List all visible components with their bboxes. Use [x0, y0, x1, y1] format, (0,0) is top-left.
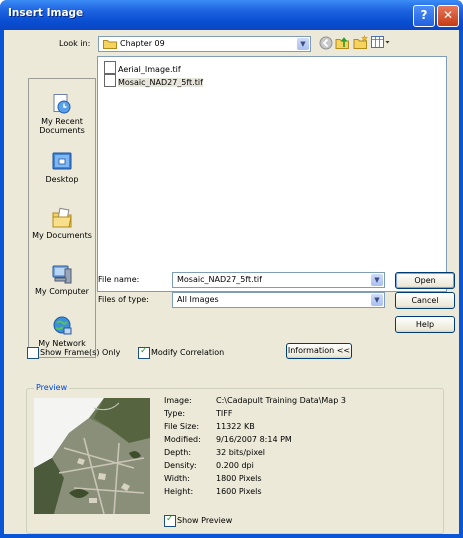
preview-image	[34, 398, 150, 514]
image-file-icon	[104, 61, 116, 74]
file-type-label: Files of type:	[98, 295, 149, 304]
place-label: My Documents	[32, 231, 92, 240]
info-key: File Size:	[164, 422, 200, 431]
info-value: 1600 Pixels	[216, 487, 262, 496]
modify-correlation-checkbox[interactable]	[138, 346, 150, 359]
info-value: C:\Cadapult Training Data\Map 3	[216, 396, 346, 405]
folder-icon	[103, 40, 117, 49]
cancel-button[interactable]: Cancel	[395, 292, 455, 309]
file-list[interactable]: Aerial_Image.tif Mosaic_NAD27_5ft.tif	[97, 56, 447, 292]
new-folder-icon[interactable]	[353, 35, 368, 50]
help-button[interactable]: Help	[395, 316, 455, 333]
dialog-client-area: Look in: Chapter 09 ▼ My Recent Document…	[4, 30, 459, 534]
info-value: TIFF	[216, 409, 233, 418]
info-value: 0.200 dpi	[216, 461, 254, 470]
insert-image-dialog: Insert Image ? ✕ Look in: Chapter 09 ▼ M…	[0, 0, 463, 538]
title-bar[interactable]: Insert Image ? ✕	[0, 0, 463, 30]
place-my-documents[interactable]: My Documents	[29, 207, 95, 240]
info-key: Width:	[164, 474, 190, 483]
file-type-value: All Images	[177, 295, 219, 304]
window-title: Insert Image	[8, 7, 84, 19]
info-key: Modified:	[164, 435, 201, 444]
info-key: Type:	[164, 409, 186, 418]
preview-title: Preview	[34, 383, 70, 392]
show-preview-label: Show Preview	[177, 516, 233, 525]
place-my-computer[interactable]: My Computer	[29, 263, 95, 296]
my-documents-icon	[52, 207, 72, 228]
information-button[interactable]: Information <<	[286, 343, 352, 359]
chevron-down-icon[interactable]: ▼	[297, 38, 309, 50]
place-desktop[interactable]: Desktop	[29, 151, 95, 184]
places-bar: My Recent Documents Desktop My Documents	[28, 78, 96, 358]
chevron-down-icon[interactable]: ▼	[371, 294, 383, 306]
show-preview-checkbox[interactable]	[164, 514, 176, 527]
info-key: Height:	[164, 487, 194, 496]
info-key: Depth:	[164, 448, 192, 457]
image-file-icon	[104, 74, 116, 87]
file-type-select[interactable]: All Images ▼	[172, 292, 385, 308]
place-label: My Network	[38, 339, 86, 348]
modify-correlation-label: Modify Correlation	[151, 348, 225, 357]
close-button[interactable]: ✕	[437, 5, 459, 27]
file-item[interactable]: Mosaic_NAD27_5ft.tif	[104, 74, 203, 87]
look-in-combo[interactable]: Chapter 09 ▼	[98, 36, 311, 52]
file-name-label: File name:	[98, 275, 140, 284]
info-key: Image:	[164, 396, 192, 405]
recent-documents-icon	[53, 94, 71, 114]
info-value: 9/16/2007 8:14 PM	[216, 435, 292, 444]
info-value: 1800 Pixels	[216, 474, 262, 483]
place-recent-documents[interactable]: My Recent Documents	[29, 93, 95, 135]
place-my-network[interactable]: My Network	[29, 315, 95, 348]
file-name-input[interactable]: Mosaic_NAD27_5ft.tif ▼	[172, 272, 385, 288]
chevron-down-icon[interactable]: ▼	[371, 274, 383, 286]
look-in-value: Chapter 09	[120, 39, 165, 48]
my-network-icon	[53, 316, 72, 335]
show-frames-label: Show Frame(s) Only	[40, 348, 121, 357]
info-value: 11322 KB	[216, 422, 255, 431]
look-in-label: Look in:	[59, 39, 91, 48]
file-name-value: Mosaic_NAD27_5ft.tif	[177, 275, 262, 284]
my-computer-icon	[52, 265, 72, 284]
up-folder-icon[interactable]	[335, 35, 350, 50]
help-title-button[interactable]: ?	[413, 5, 435, 27]
place-label: My Computer	[35, 287, 89, 296]
desktop-icon	[52, 152, 72, 170]
show-frames-checkbox[interactable]	[27, 347, 39, 359]
info-key: Density:	[164, 461, 197, 470]
open-button[interactable]: Open	[395, 272, 455, 289]
back-icon[interactable]	[319, 36, 333, 50]
place-label: My Recent Documents	[39, 117, 85, 135]
info-value: 32 bits/pixel	[216, 448, 265, 457]
views-menu-icon[interactable]	[371, 36, 391, 49]
place-label: Desktop	[45, 175, 79, 184]
file-item[interactable]: Aerial_Image.tif	[104, 61, 181, 74]
